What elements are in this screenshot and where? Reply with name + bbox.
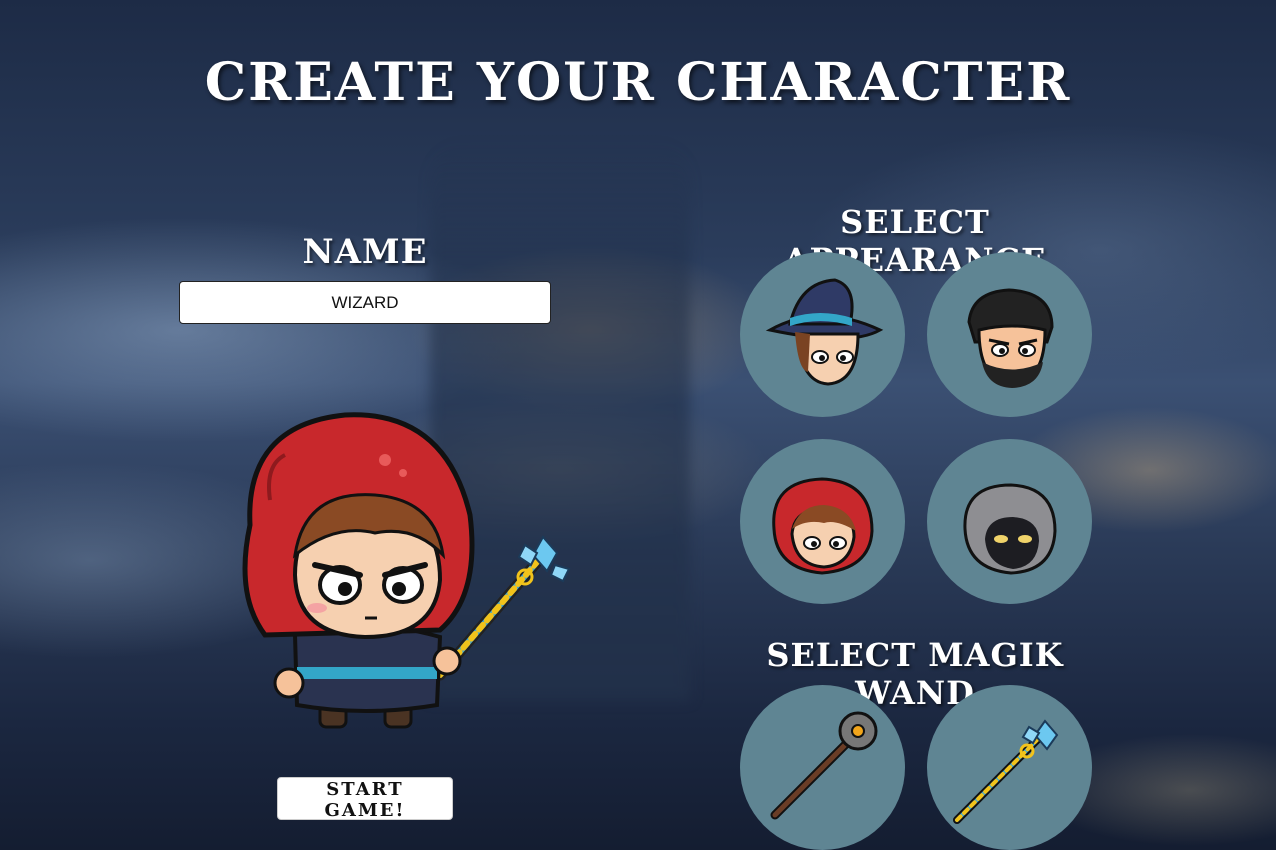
- appearance-option-grey-hood[interactable]: [927, 439, 1092, 604]
- red-hood-head-icon: [772, 477, 874, 575]
- start-game-button[interactable]: START GAME!: [277, 777, 453, 821]
- grey-hood-head-icon: [963, 483, 1057, 575]
- name-input[interactable]: [179, 281, 551, 324]
- dark-orb-staff-icon: [770, 711, 878, 820]
- wand-option-dark-orb-staff[interactable]: [740, 685, 905, 850]
- character-preview: [225, 405, 585, 740]
- appearance-option-wizard-hat[interactable]: [740, 252, 905, 417]
- bearded-rogue-head-icon: [967, 288, 1054, 388]
- crystal-wand-icon: [953, 719, 1059, 824]
- name-label: NAME: [302, 232, 428, 272]
- appearance-option-red-hood[interactable]: [740, 439, 905, 604]
- wizard-hat-head-icon: [765, 278, 884, 386]
- page-title: CREATE YOUR CHARACTER: [204, 52, 1072, 113]
- wand-option-crystal-wand[interactable]: [927, 685, 1092, 850]
- appearance-option-bearded-rogue[interactable]: [927, 252, 1092, 417]
